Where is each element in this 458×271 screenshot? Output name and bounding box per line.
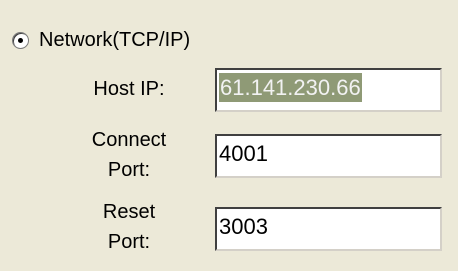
connect-port-input[interactable]: 4001 bbox=[215, 134, 442, 178]
reset-port-label-line1: Reset bbox=[102, 201, 156, 223]
reset-port-label-line2: Port: bbox=[107, 231, 151, 253]
connect-port-value: 4001 bbox=[219, 141, 268, 166]
radio-button[interactable] bbox=[12, 31, 29, 49]
connect-port-label-line1: Connect bbox=[91, 129, 167, 151]
reset-port-label: Reset Port: bbox=[55, 197, 203, 257]
host-ip-label: Host IP: bbox=[93, 78, 165, 100]
host-ip-input[interactable]: 61.141.230.66 bbox=[215, 68, 442, 112]
connect-port-label: Connect Port: bbox=[55, 125, 203, 185]
radio-selected-dot bbox=[18, 37, 23, 43]
host-ip-value: 61.141.230.66 bbox=[219, 73, 362, 102]
reset-port-value: 3003 bbox=[219, 214, 268, 239]
network-tcpip-option[interactable]: Network(TCP/IP) bbox=[12, 24, 190, 56]
connect-port-label-line2: Port: bbox=[107, 159, 151, 181]
network-tcpip-label: Network(TCP/IP) bbox=[39, 29, 191, 51]
reset-port-input[interactable]: 3003 bbox=[215, 207, 442, 251]
